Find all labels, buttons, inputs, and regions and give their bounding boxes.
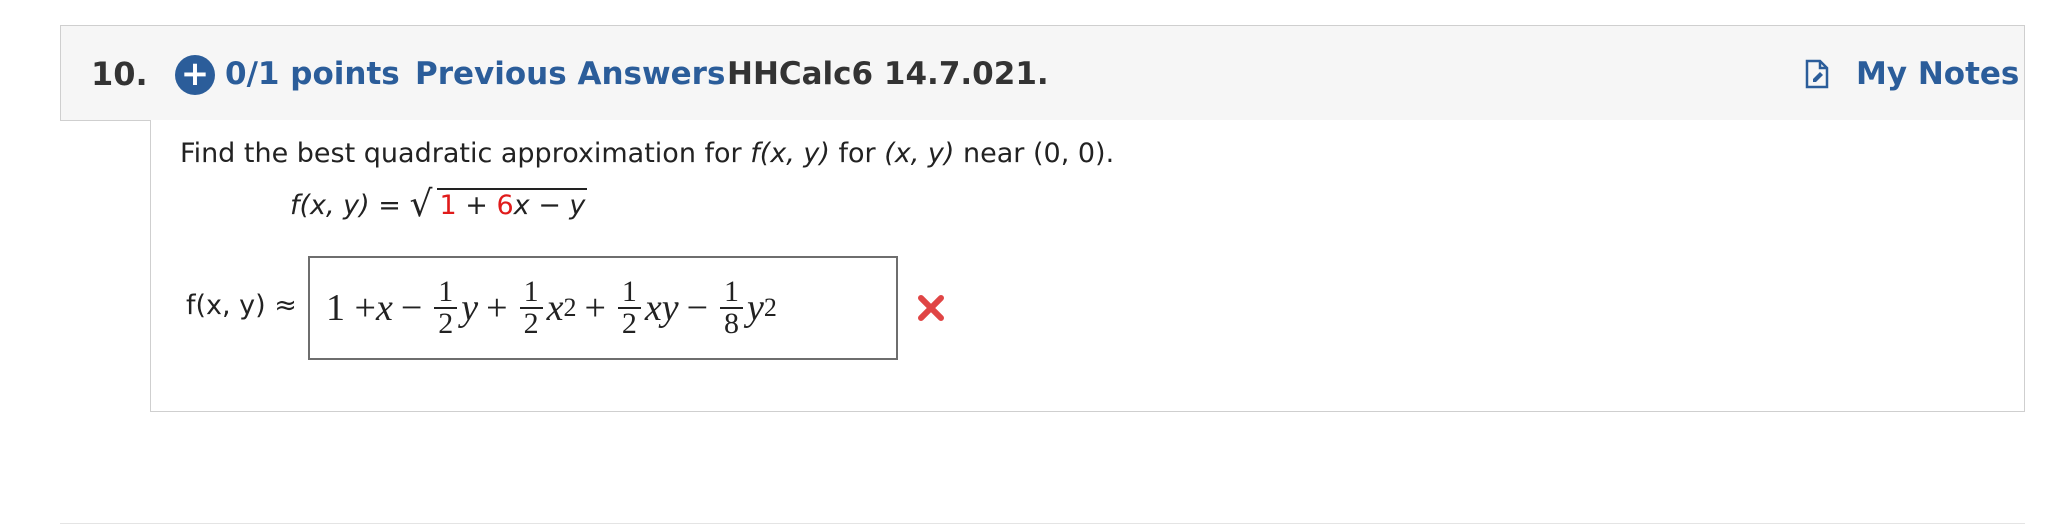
radicand-plus: + <box>456 190 497 221</box>
fraction-denominator: 2 <box>523 307 539 340</box>
answer-input[interactable]: 1 + x − 12 y + 12 x2 + 12 xy − 18 y2 <box>308 256 898 360</box>
answer-term: 1 + <box>326 287 376 329</box>
answer-operator: − <box>400 287 423 329</box>
answer-fraction: 12 <box>434 277 458 340</box>
prompt-variables: (x, y) <box>884 138 955 169</box>
function-definition: f(x, y) = √ 1 + 6x − y <box>290 184 588 225</box>
fraction-numerator: 1 <box>617 277 641 309</box>
fraction-numerator: 1 <box>720 277 744 309</box>
answer-term: xy <box>644 287 679 329</box>
answer-exponent: 2 <box>563 293 577 322</box>
prompt-text: for <box>829 138 885 169</box>
answer-operator: − <box>686 287 709 329</box>
previous-answers-link[interactable]: Previous Answers <box>415 26 725 122</box>
fraction-denominator: 2 <box>438 307 454 340</box>
answer-term: y <box>747 287 764 329</box>
prompt-text: Find the best quadratic approximation fo… <box>180 138 751 169</box>
expand-plus-icon[interactable]: + <box>175 55 215 95</box>
prompt-text: . <box>1105 138 1115 169</box>
answer-fraction: 18 <box>720 277 744 340</box>
square-root: √ 1 + 6x − y <box>409 184 588 225</box>
fraction-numerator: 1 <box>519 277 543 309</box>
answer-term: x <box>546 287 564 329</box>
question-id: HHCalc6 14.7.021. <box>727 56 1049 92</box>
notes-icon[interactable] <box>1804 59 1830 89</box>
fraction-numerator: 1 <box>434 277 458 309</box>
points-link[interactable]: 0/1 points <box>225 26 400 122</box>
answer-expression: 1 + x − 12 y + 12 x2 + 12 xy − 18 y2 <box>326 258 777 358</box>
answer-fraction: 12 <box>617 277 641 340</box>
answer-term: x <box>375 287 393 329</box>
answer-operator: + <box>486 287 508 329</box>
answer-operator: + <box>584 287 606 329</box>
radicand-coefficient: 6 <box>496 190 514 221</box>
prompt-point: (0, 0) <box>1032 138 1106 169</box>
radicand-constant: 1 <box>439 190 457 221</box>
prompt-function: f(x, y) <box>750 138 830 169</box>
answer-term: y <box>461 287 479 329</box>
question-number: 10. <box>91 55 148 93</box>
my-notes-link[interactable]: My Notes <box>1856 26 2019 122</box>
fraction-denominator: 8 <box>724 307 740 340</box>
fraction-denominator: 2 <box>621 307 637 340</box>
function-lhs: f(x, y) = <box>290 190 410 221</box>
incorrect-x-icon <box>918 295 944 321</box>
answer-label: f(x, y) ≈ <box>186 290 297 321</box>
sqrt-icon: √ <box>409 184 433 225</box>
question-header: 10. + 0/1 points Previous Answers HHCalc… <box>60 25 2025 121</box>
answer-fraction: 12 <box>519 277 543 340</box>
radicand: 1 + 6x − y <box>437 188 588 221</box>
prompt-text: near <box>954 138 1033 169</box>
question-prompt: Find the best quadratic approximation fo… <box>180 138 1114 169</box>
answer-exponent: 2 <box>763 293 777 322</box>
radicand-rest: x − y <box>513 190 586 221</box>
